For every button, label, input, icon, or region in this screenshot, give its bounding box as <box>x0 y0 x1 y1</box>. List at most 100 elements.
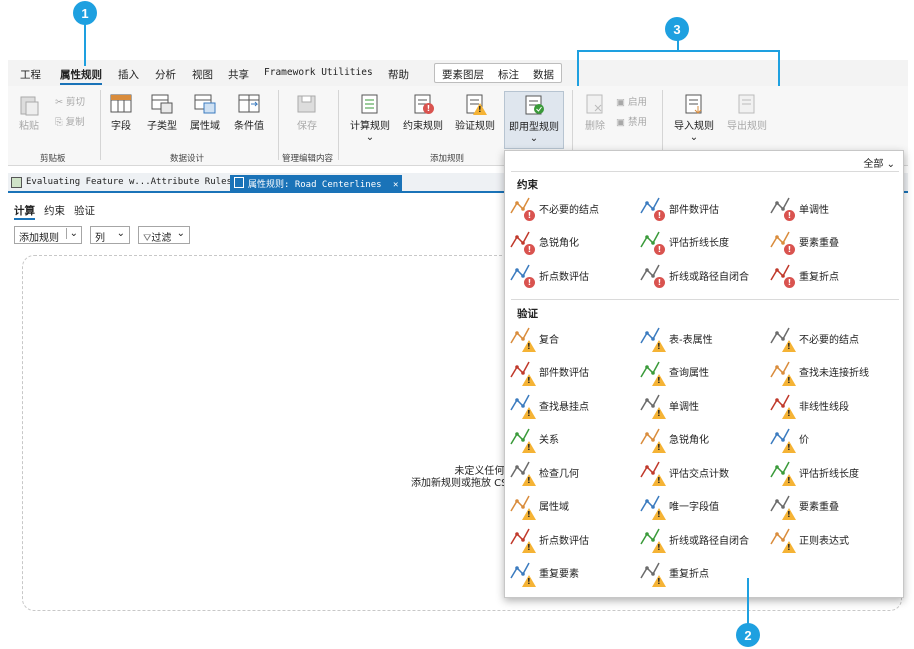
rule-type-icon <box>769 325 796 352</box>
validation-rule-item[interactable]: 重复要素 <box>509 558 637 588</box>
rule-type-icon <box>509 426 536 453</box>
validation-rule-item[interactable]: 折线或路径自闭合 <box>639 524 767 554</box>
validation-rule-item[interactable]: 复合 <box>509 323 637 353</box>
validation-rule-item[interactable]: 急锐角化 <box>639 424 767 454</box>
validation-rule-item[interactable]: 价 <box>769 424 897 454</box>
constraint-rule-item[interactable]: ! 评估折线长度 <box>639 227 767 257</box>
copy-button[interactable]: ⎘ 复制 <box>55 114 85 128</box>
enable-button[interactable]: ▣ 启用 <box>616 94 647 108</box>
rule-item-label: 部件数评估 <box>539 368 589 379</box>
gallery-filter-dropdown[interactable]: 全部 ⌄ <box>863 155 895 170</box>
add-rule-dropdown[interactable]: 添加规则 ⌄ <box>14 226 82 244</box>
rule-item-label: 折线或路径自闭合 <box>669 535 749 547</box>
validation-rule-item[interactable]: 要素重叠 <box>769 491 897 521</box>
validation-rule-item[interactable]: 正则表达式 <box>769 524 897 554</box>
constraint-rule-item[interactable]: ! 要素重叠 <box>769 227 897 257</box>
rule-item-label: 不必要的结点 <box>799 334 859 346</box>
import-rules-button[interactable]: 导入规则 ⌄ <box>674 94 714 143</box>
tab-labeling[interactable]: 标注 <box>498 67 519 82</box>
tab-attribute-rules-road-centerlines[interactable]: 属性规则: Road Centerlines ✕ <box>230 175 403 191</box>
subtypes-button[interactable]: 子类型 <box>147 94 177 132</box>
fields-button[interactable]: 字段 <box>110 94 132 132</box>
rule-item-label: 急锐角化 <box>669 435 709 446</box>
delete-button[interactable]: 删除 <box>584 94 606 132</box>
fields-icon <box>110 94 132 114</box>
validation-rule-item[interactable]: 部件数评估 <box>509 357 637 387</box>
tab-data[interactable]: 数据 <box>533 67 554 82</box>
tab-calculation[interactable]: 计算 <box>14 203 35 220</box>
callout-3-bracket-right <box>778 50 780 86</box>
validation-rule-item[interactable]: 表-表属性 <box>639 323 767 353</box>
contingent-values-button[interactable]: 条件值 <box>234 94 264 132</box>
rule-type-icon <box>639 493 666 520</box>
cut-button[interactable]: ✂ 剪切 <box>55 94 85 108</box>
enable-icon: ▣ <box>616 97 625 108</box>
menu-insert[interactable]: 插入 <box>118 67 139 82</box>
rule-type-icon <box>509 526 536 553</box>
menu-project[interactable]: 工程 <box>20 67 41 82</box>
paste-button[interactable]: 粘贴 <box>18 94 40 132</box>
rule-item-label: 评估折线长度 <box>669 238 729 249</box>
constraint-rule-item[interactable]: ! 折线或路径自闭合 <box>639 260 767 290</box>
validation-rule-item[interactable]: 不必要的结点 <box>769 323 897 353</box>
calculation-rule-button[interactable]: 计算规则 ⌄ <box>350 94 390 143</box>
rule-type-icon <box>769 526 796 553</box>
constraint-rule-item[interactable]: ! 单调性 <box>769 193 897 223</box>
tab-validation[interactable]: 验证 <box>74 203 95 218</box>
rule-item-label: 复合 <box>539 334 559 346</box>
constraint-rule-item[interactable]: ! 急锐角化 <box>509 227 637 257</box>
validation-rule-item[interactable]: 评估折线长度 <box>769 457 897 487</box>
export-rules-button[interactable]: 导出规则 <box>727 94 767 132</box>
disable-button[interactable]: ▣ 禁用 <box>616 114 647 128</box>
validation-rule-item[interactable]: 检查几何 <box>509 457 637 487</box>
validation-rule-item[interactable]: 查找未连接折线 <box>769 357 897 387</box>
menu-share[interactable]: 共享 <box>228 67 249 82</box>
rule-type-icon: ! <box>639 195 665 221</box>
validation-rule-item[interactable]: 查找悬挂点 <box>509 390 637 420</box>
empty-message: 未定义任何计 添加新规则或拖放 CSV <box>411 466 515 489</box>
menu-analysis[interactable]: 分析 <box>155 67 176 82</box>
validation-rule-item[interactable]: 属性域 <box>509 491 637 521</box>
rule-type-icon <box>769 493 796 520</box>
constraint-rule-item[interactable]: ! 部件数评估 <box>639 193 767 223</box>
constraint-rule-item[interactable]: ! 折点数评估 <box>509 260 637 290</box>
callout-1: 1 <box>73 1 97 25</box>
validation-rule-button[interactable]: 验证规则 <box>455 94 495 132</box>
rule-type-icon <box>639 560 666 587</box>
filter-dropdown[interactable]: ⛛过滤 ⌄ <box>138 226 190 244</box>
validation-rule-item[interactable]: 评估交点计数 <box>639 457 767 487</box>
columns-dropdown[interactable]: 列 ⌄ <box>90 226 130 244</box>
scissors-icon: ✂ <box>55 97 63 108</box>
menu-framework-utilities[interactable]: Framework Utilities <box>264 67 373 78</box>
domains-icon <box>194 94 216 114</box>
map-icon <box>11 177 22 188</box>
validation-rule-item[interactable]: 折点数评估 <box>509 524 637 554</box>
rule-type-icon <box>509 493 536 520</box>
tab-feature-layer[interactable]: 要素图层 <box>442 67 484 82</box>
tab-evaluating-feature[interactable]: Evaluating Feature w...Attribute Rules <box>8 175 236 191</box>
rule-type-icon <box>769 359 796 386</box>
rule-type-icon: ! <box>639 262 665 288</box>
validation-rule-item[interactable]: 关系 <box>509 424 637 454</box>
menu-help[interactable]: 帮助 <box>388 67 409 82</box>
menu-attribute-rules[interactable]: 属性规则 <box>60 67 102 85</box>
tab-constraint[interactable]: 约束 <box>44 203 65 218</box>
disable-icon: ▣ <box>616 117 625 128</box>
rule-item-label: 关系 <box>539 435 559 446</box>
validation-rule-item[interactable]: 单调性 <box>639 390 767 420</box>
rule-item-label: 非线性线段 <box>799 401 849 413</box>
constraint-rule-item[interactable]: ! 重复折点 <box>769 260 897 290</box>
constraint-rule-item[interactable]: ! 不必要的结点 <box>509 193 637 223</box>
quick-rules-button[interactable]: 即用型规则 ⌄ <box>504 91 564 149</box>
constraint-rule-button[interactable]: ! 约束规则 <box>403 94 443 132</box>
validation-rule-item[interactable]: 查询属性 <box>639 357 767 387</box>
save-icon <box>296 94 318 114</box>
validation-rule-icon <box>464 94 487 115</box>
save-button[interactable]: 保存 <box>296 94 318 132</box>
validation-rule-item[interactable]: 非线性线段 <box>769 390 897 420</box>
validation-rule-item[interactable]: 唯一字段值 <box>639 491 767 521</box>
domains-button[interactable]: 属性域 <box>190 94 220 132</box>
rule-item-label: 重复要素 <box>539 569 579 580</box>
close-icon[interactable]: ✕ <box>393 180 398 190</box>
menu-view[interactable]: 视图 <box>192 67 213 82</box>
